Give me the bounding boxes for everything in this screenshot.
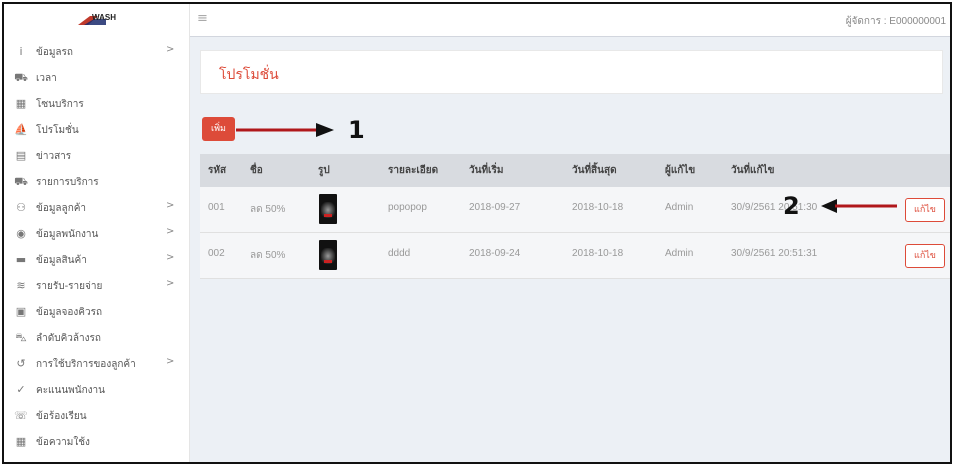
sidebar-item-service-zone[interactable]: ▦ โซนบริการ bbox=[4, 91, 190, 117]
users-icon: ⚇ bbox=[16, 201, 26, 214]
promo-icon: ⛵ bbox=[14, 123, 28, 136]
logo-area[interactable]: WASH bbox=[4, 4, 190, 37]
grid-icon: ▦ bbox=[15, 97, 27, 110]
car-icon: ⛟ bbox=[14, 175, 28, 188]
sidebar-item-car-info[interactable]: i ข้อมูลรถ > bbox=[4, 39, 190, 65]
menu-toggle-icon[interactable]: ≡ bbox=[197, 12, 211, 26]
column-header: รหัส bbox=[208, 165, 227, 176]
sidebar-item-queue[interactable]: ⛍ ลำดับคิวล้างรถ bbox=[4, 325, 190, 351]
sidebar-item-label: ข้อมูลพนักงาน bbox=[36, 229, 99, 240]
column-header: ผู้แก้ไข bbox=[665, 165, 696, 176]
page-title: โปรโมชั่น bbox=[219, 67, 279, 83]
column-header: วันที่แก้ไข bbox=[731, 165, 775, 176]
complaint-icon: ☏ bbox=[14, 409, 28, 422]
sidebar-item-customers[interactable]: ⚇ ข้อมูลลูกค้า > bbox=[4, 195, 190, 221]
sidebar-item-label: ข้อมูลรถ bbox=[36, 47, 73, 58]
history-icon: ↺ bbox=[16, 357, 26, 370]
calendar-icon: ▣ bbox=[15, 305, 27, 318]
user-circle-icon: ◉ bbox=[16, 227, 26, 240]
edit-button[interactable]: แก้ไข bbox=[905, 244, 945, 268]
column-header: รายละเอียด bbox=[388, 165, 439, 176]
cell-start-date: 2018-09-24 bbox=[469, 248, 521, 259]
sidebar-item-employees[interactable]: ◉ ข้อมูลพนักงาน > bbox=[4, 221, 190, 247]
user-info[interactable]: ผู้จัดการ : E000000001 bbox=[846, 14, 946, 29]
sidebar-item-label: คะแนนพนักงาน bbox=[36, 385, 105, 396]
cell-end-date: 2018-10-18 bbox=[572, 202, 624, 213]
annotation-number-2: 2 bbox=[783, 192, 800, 220]
sidebar: i ข้อมูลรถ > ⛟ เวลา ▦ โซนบริการ ⛵ โปรโมช… bbox=[4, 37, 190, 462]
sidebar-item-label: ลำดับคิวล้างรถ bbox=[36, 333, 101, 344]
thumbs-up-icon: ✓ bbox=[16, 383, 26, 396]
cell-detail: popopop bbox=[388, 202, 427, 213]
logo-text: WASH bbox=[92, 13, 116, 22]
sidebar-item-messages[interactable]: ▦ ข้อความใช้ง bbox=[4, 429, 190, 455]
cell-editor: Admin bbox=[665, 248, 694, 259]
sidebar-item-employee-score[interactable]: ✓ คะแนนพนักงาน bbox=[4, 377, 190, 403]
car-side-icon: ⛍ bbox=[15, 331, 27, 344]
sidebar-item-label: ข้อมูลลูกค้า bbox=[36, 203, 87, 214]
chevron-right-icon: > bbox=[166, 278, 175, 289]
column-header: รูป bbox=[318, 165, 330, 176]
sidebar-item-income-expense[interactable]: ≋ รายรับ-รายจ่าย > bbox=[4, 273, 190, 299]
table-icon: ▦ bbox=[15, 435, 27, 448]
sidebar-item-products[interactable]: ▬ ข้อมูลสินค้า > bbox=[4, 247, 190, 273]
promotion-image[interactable] bbox=[319, 240, 337, 270]
cell-id: 001 bbox=[208, 202, 225, 213]
sidebar-item-label: การใช้บริการของลูกค้า bbox=[36, 359, 136, 370]
car-icon: ⛟ bbox=[14, 71, 28, 84]
cell-start-date: 2018-09-27 bbox=[469, 202, 521, 213]
sidebar-item-label: ข่าวสาร bbox=[36, 151, 72, 162]
content-header: โปรโมชั่น bbox=[200, 50, 943, 94]
table-row: 002 ลด 50% dddd 2018-09-24 2018-10-18 Ad… bbox=[200, 233, 950, 279]
chevron-right-icon: > bbox=[166, 356, 175, 367]
sidebar-item-customer-usage[interactable]: ↺ การใช้บริการของลูกค้า > bbox=[4, 351, 190, 377]
sidebar-item-label: ข้อร้องเรียน bbox=[36, 411, 87, 422]
cell-name: ลด 50% bbox=[250, 250, 286, 261]
cell-detail: dddd bbox=[388, 248, 411, 259]
sidebar-item-label: รายการบริการ bbox=[36, 177, 99, 188]
sidebar-item-time[interactable]: ⛟ เวลา bbox=[4, 65, 190, 91]
annotation-arrow-left-icon bbox=[821, 199, 897, 213]
chevron-right-icon: > bbox=[166, 226, 175, 237]
sidebar-item-label: ข้อความใช้ง bbox=[36, 437, 90, 448]
sidebar-item-news[interactable]: ▤ ข่าวสาร bbox=[4, 143, 190, 169]
top-navbar: WASH ≡ ผู้จัดการ : E000000001 bbox=[4, 4, 950, 37]
info-icon: i bbox=[19, 45, 23, 58]
cell-edited-date: 30/9/2561 20:51:31 bbox=[731, 248, 818, 259]
edit-button[interactable]: แก้ไข bbox=[905, 198, 945, 222]
sidebar-item-service-list[interactable]: ⛟ รายการบริการ bbox=[4, 169, 190, 195]
column-header: วันที่เริ่ม bbox=[469, 165, 504, 176]
cell-id: 002 bbox=[208, 248, 225, 259]
sidebar-item-booking[interactable]: ▣ ข้อมูลจองคิวรถ bbox=[4, 299, 190, 325]
sidebar-item-complaints[interactable]: ☏ ข้อร้องเรียน bbox=[4, 403, 190, 429]
cell-edited-date: 30/9/2561 20:51:30 bbox=[731, 202, 818, 213]
cell-editor: Admin bbox=[665, 202, 694, 213]
promotion-image[interactable] bbox=[319, 194, 337, 224]
box-icon: ▬ bbox=[15, 253, 27, 266]
column-header: วันที่สิ้นสุด bbox=[572, 165, 617, 176]
table-header: รหัส ชื่อ รูป รายละเอียด วันที่เริ่ม วัน… bbox=[200, 154, 950, 187]
chevron-right-icon: > bbox=[166, 252, 175, 263]
sidebar-item-label: โปรโมชั่น bbox=[36, 125, 79, 136]
annotation-arrow-right-icon bbox=[236, 123, 334, 137]
sidebar-item-label: โซนบริการ bbox=[36, 99, 84, 110]
chevron-right-icon: > bbox=[166, 200, 175, 211]
money-icon: ≋ bbox=[16, 279, 26, 292]
sidebar-item-label: เวลา bbox=[36, 73, 57, 84]
annotation-number-1: 1 bbox=[348, 116, 365, 144]
sidebar-item-label: ข้อมูลจองคิวรถ bbox=[36, 307, 103, 318]
cell-name: ลด 50% bbox=[250, 204, 286, 215]
sidebar-item-label: รายรับ-รายจ่าย bbox=[36, 281, 103, 292]
sidebar-item-label: ข้อมูลสินค้า bbox=[36, 255, 87, 266]
sidebar-item-promotion[interactable]: ⛵ โปรโมชั่น bbox=[4, 117, 190, 143]
app-window: WASH ≡ ผู้จัดการ : E000000001 i ข้อมูลรถ… bbox=[2, 2, 952, 464]
chevron-right-icon: > bbox=[166, 44, 175, 55]
add-button[interactable]: เพิ่ม bbox=[202, 117, 235, 141]
column-header: ชื่อ bbox=[250, 165, 263, 176]
news-icon: ▤ bbox=[15, 149, 27, 162]
cell-end-date: 2018-10-18 bbox=[572, 248, 624, 259]
